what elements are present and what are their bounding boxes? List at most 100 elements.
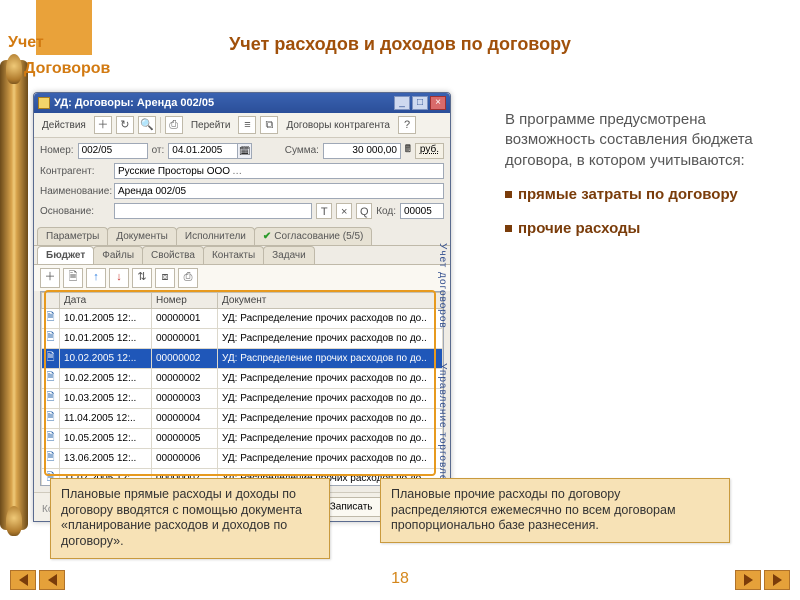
col-number[interactable]: Номер [152,293,218,309]
tool-extra-2-icon[interactable]: ⧉ [260,116,278,134]
cell-number: 00000004 [152,409,218,429]
table-row[interactable]: 🗎10.02.2005 12:..00000002УД: Распределен… [42,349,443,369]
maximize-button[interactable]: □ [412,96,428,110]
close-button[interactable]: × [430,96,446,110]
cell-date: 10.02.2005 12:.. [60,369,152,389]
bullet-1: прямые затраты по договору [518,185,738,205]
date-label: от: [152,145,165,156]
date-input[interactable]: 04.01.2005 [168,143,238,159]
sum-input[interactable]: 30 000,00 [323,143,401,159]
tabs-row-2: Бюджет Файлы Свойства Контакты Задачи [34,246,450,265]
documents-grid[interactable]: Дата Номер Документ 🗎10.01.2005 12:..000… [40,291,444,486]
name-label: Наименование: [40,186,110,197]
table-row[interactable]: 🗎13.06.2005 12:..00000006УД: Распределен… [42,449,443,469]
number-input[interactable]: 002/05 [78,143,148,159]
grid-down-icon[interactable]: ↓ [109,268,129,288]
tab-tasks[interactable]: Задачи [263,246,315,264]
nav-prev-button[interactable] [39,570,65,590]
col-date[interactable]: Дата [60,293,152,309]
basis-label: Основание: [40,206,110,217]
table-row[interactable]: 🗎10.03.2005 12:..00000003УД: Распределен… [42,389,443,409]
row-doc-icon: 🗎 [42,409,60,429]
tab-documents[interactable]: Документы [107,227,177,245]
slide-title: Учет расходов и доходов по договору [150,34,650,55]
cell-number: 00000001 [152,309,218,329]
basis-input[interactable] [114,203,312,219]
row-doc-icon: 🗎 [42,429,60,449]
cell-number: 00000003 [152,389,218,409]
grid-up-icon[interactable]: ↑ [86,268,106,288]
grid-add-icon[interactable]: ＋ [40,268,60,288]
col-icon[interactable] [42,293,60,309]
calendar-icon[interactable]: 🗓 [238,143,252,159]
basis-select-icon[interactable]: T [316,203,332,219]
cell-document: УД: Распределение прочих расходов по до.… [218,349,443,369]
menu-goto[interactable]: Перейти [187,119,235,132]
tab-params[interactable]: Параметры [37,227,108,245]
basis-clear-icon[interactable]: × [336,203,352,219]
toolbar: Действия ＋ ↻ 🔍 ⎙ Перейти ≡ ⧉ Договоры ко… [34,113,450,138]
row-doc-icon: 🗎 [42,329,60,349]
footer-save-label: Записать [330,502,373,513]
grid-filter-icon[interactable]: ⧈ [155,268,175,288]
table-row[interactable]: 🗎10.01.2005 12:..00000001УД: Распределен… [42,309,443,329]
table-row[interactable]: 🗎10.05.2005 12:..00000005УД: Распределен… [42,429,443,449]
check-icon: ✔ [263,231,271,242]
calc-icon[interactable]: 🖩 [405,142,411,159]
side-tab-2[interactable]: Управление торговлей [434,363,448,488]
tool-refresh-icon[interactable]: ↻ [116,116,134,134]
tab-contacts[interactable]: Контакты [203,246,264,264]
tab-performers[interactable]: Исполнители [176,227,255,245]
grid-print-icon[interactable]: ⎙ [178,268,198,288]
cell-date: 11.04.2005 12:.. [60,409,152,429]
col-document[interactable]: Документ [218,293,443,309]
description-block: В программе предусмотрена возможность со… [505,110,765,239]
decor-gold-strip [36,0,92,55]
app-window: УД: Договоры: Аренда 002/05 _ □ × Действ… [33,92,451,522]
nav-last-button[interactable] [764,570,790,590]
code-label: Код: [376,206,396,217]
cell-number: 00000006 [152,449,218,469]
window-title: УД: Договоры: Аренда 002/05 [54,97,394,109]
tool-help-icon[interactable]: ? [398,116,416,134]
table-row[interactable]: 🗎10.01.2005 12:..00000001УД: Распределен… [42,329,443,349]
menu-contragent-docs[interactable]: Договоры контрагента [282,119,394,132]
number-label: Номер: [40,145,74,156]
cell-date: 10.01.2005 12:.. [60,329,152,349]
cell-date: 10.02.2005 12:.. [60,349,152,369]
cell-document: УД: Распределение прочих расходов по до.… [218,309,443,329]
row-doc-icon: 🗎 [42,369,60,389]
table-row[interactable]: 🗎10.02.2005 12:..00000002УД: Распределен… [42,369,443,389]
grid-open-icon[interactable]: 🗎 [63,268,83,288]
side-tab-1[interactable]: Учет договоров [434,243,448,329]
tab-approval-label: Согласование (5/5) [274,231,363,242]
titlebar[interactable]: УД: Договоры: Аренда 002/05 _ □ × [34,93,450,113]
code-input[interactable]: 00005 [400,203,444,219]
table-row[interactable]: 🗎11.04.2005 12:..00000004УД: Распределен… [42,409,443,429]
menu-actions[interactable]: Действия [38,119,90,132]
nav-first-button[interactable] [10,570,36,590]
nav-next-button[interactable] [735,570,761,590]
row-doc-icon: 🗎 [42,349,60,369]
tool-extra-1-icon[interactable]: ≡ [238,116,256,134]
row-doc-icon: 🗎 [42,389,60,409]
page-number: 18 [0,570,800,588]
tab-files[interactable]: Файлы [93,246,143,264]
currency-button[interactable]: руб. [415,143,444,159]
tab-properties[interactable]: Свойства [142,246,204,264]
callout-left: Плановые прямые расходы и доходы по дого… [50,478,330,559]
basis-lookup-icon[interactable]: Q [356,203,372,219]
grid-toolbar: ＋ 🗎 ↑ ↓ ⇅ ⧈ ⎙ [34,265,450,291]
grid-sort-icon[interactable]: ⇅ [132,268,152,288]
tool-new-icon[interactable]: ＋ [94,116,112,134]
sum-label: Сумма: [285,145,319,156]
minimize-button[interactable]: _ [394,96,410,110]
tool-print-icon[interactable]: ⎙ [165,116,183,134]
decor-ornament [0,60,28,530]
contragent-input[interactable]: Русские Просторы ООО [114,163,444,179]
tool-find-icon[interactable]: 🔍 [138,116,156,134]
tab-approval[interactable]: ✔Согласование (5/5) [254,227,372,245]
cell-number: 00000005 [152,429,218,449]
tab-budget[interactable]: Бюджет [37,246,94,264]
name-input[interactable]: Аренда 002/05 [114,183,444,199]
